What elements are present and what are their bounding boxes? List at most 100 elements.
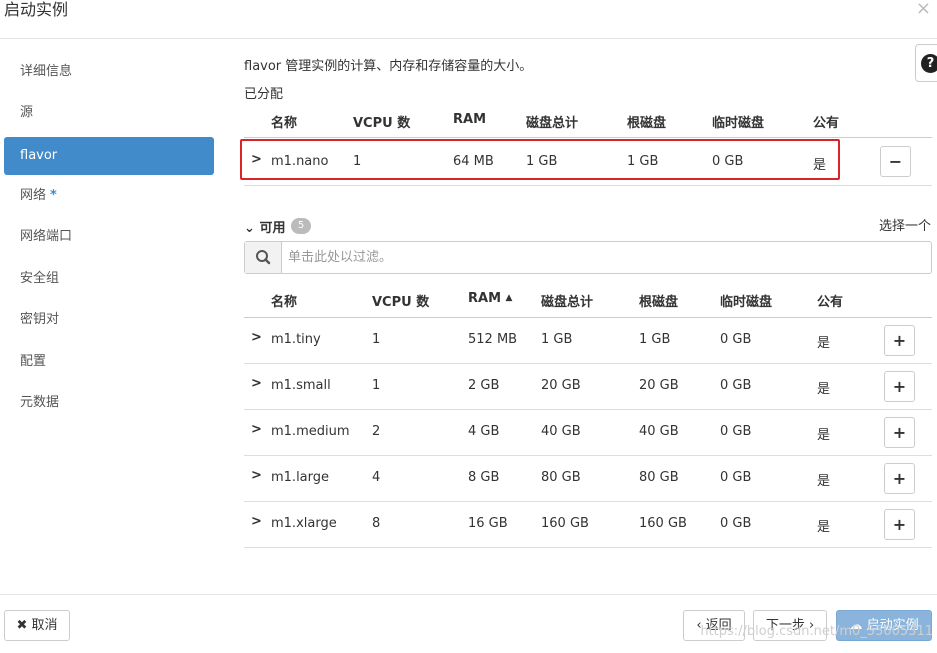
sidebar-item-details[interactable]: 详细信息 xyxy=(4,53,214,91)
column-header-ephemeral-disk[interactable]: 临时磁盘 xyxy=(720,291,772,310)
watermark: https://blog.csdn.net/m0_55005311 xyxy=(700,624,933,639)
header-divider xyxy=(244,317,932,318)
cell-root-disk: 40 GB xyxy=(639,424,679,439)
cell-public: 是 xyxy=(813,158,827,173)
cell-total-disk: 40 GB xyxy=(541,424,581,439)
cell-total-disk: 20 GB xyxy=(541,378,581,393)
required-mark: * xyxy=(50,188,57,203)
sidebar-item-label: 网络 xyxy=(20,188,47,203)
cell-ephemeral-disk: 0 GB xyxy=(720,424,752,439)
column-header-ram-label: RAM xyxy=(468,291,502,306)
close-icon[interactable]: × xyxy=(916,0,931,18)
cell-name: m1.xlarge xyxy=(271,516,337,531)
row-divider xyxy=(244,455,932,456)
available-title: 可用 xyxy=(259,221,286,236)
sidebar-item-metadata[interactable]: 元数据 xyxy=(4,384,214,422)
sidebar-item-security-groups[interactable]: 安全组 xyxy=(4,260,214,298)
sidebar-item-label: 密钥对 xyxy=(20,312,60,327)
allocate-button[interactable]: + xyxy=(884,371,915,402)
chevron-right-icon[interactable]: > xyxy=(251,468,262,483)
column-header-ephemeral-disk: 临时磁盘 xyxy=(712,116,765,131)
sidebar-item-key-pairs[interactable]: 密钥对 xyxy=(4,301,214,339)
sidebar-item-label: 网络端口 xyxy=(20,229,73,244)
sidebar-item-network-ports[interactable]: 网络端口 xyxy=(4,218,214,256)
chevron-right-icon[interactable]: > xyxy=(251,514,262,529)
dialog-title: 启动实例 xyxy=(4,0,69,19)
allocate-button[interactable]: + xyxy=(884,509,915,540)
search-addon xyxy=(245,242,282,273)
cell-root-disk: 80 GB xyxy=(639,470,679,485)
cell-public: 是 xyxy=(817,428,831,443)
cell-total-disk: 160 GB xyxy=(541,516,589,531)
cell-name: m1.medium xyxy=(271,424,350,439)
row-divider xyxy=(244,185,932,186)
cell-ephemeral-disk: 0 GB xyxy=(720,516,752,531)
footer-divider xyxy=(0,594,937,595)
sidebar-item-label: flavor xyxy=(20,148,58,163)
cell-total-disk: 80 GB xyxy=(541,470,581,485)
column-header-total-disk: 磁盘总计 xyxy=(526,116,579,131)
column-header-total-disk[interactable]: 磁盘总计 xyxy=(541,291,593,310)
chevron-right-icon[interactable]: > xyxy=(251,152,262,167)
cell-vcpu: 2 xyxy=(372,424,381,439)
row-divider xyxy=(244,363,932,364)
cell-vcpu: 4 xyxy=(372,470,381,485)
deallocate-button[interactable]: − xyxy=(880,146,911,177)
cell-root-disk: 20 GB xyxy=(639,378,679,393)
chevron-right-icon[interactable]: > xyxy=(251,330,262,345)
cell-vcpu: 8 xyxy=(372,516,381,531)
sidebar-item-label: 详细信息 xyxy=(20,64,73,79)
chevron-down-icon: ⌄ xyxy=(244,221,255,236)
filter-input[interactable] xyxy=(282,242,922,273)
cell-vcpu: 1 xyxy=(372,378,381,393)
cell-name: m1.nano xyxy=(271,154,329,169)
column-header-ram[interactable]: RAM ▲ xyxy=(468,291,512,306)
sort-ascending-icon: ▲ xyxy=(505,293,513,303)
cell-public: 是 xyxy=(817,382,831,397)
cell-root-disk: 1 GB xyxy=(627,154,659,169)
cell-ephemeral-disk: 0 GB xyxy=(720,378,752,393)
chevron-right-icon[interactable]: > xyxy=(251,376,262,391)
cell-root-disk: 160 GB xyxy=(639,516,687,531)
header-divider xyxy=(244,137,932,138)
cell-vcpu: 1 xyxy=(372,332,381,347)
sidebar-item-configuration[interactable]: 配置 xyxy=(4,343,214,381)
question-icon: ? xyxy=(921,54,937,73)
cancel-button[interactable]: ✖ 取消 xyxy=(4,610,70,641)
cell-ram: 2 GB xyxy=(468,378,500,393)
header-divider xyxy=(0,38,937,39)
chevron-right-icon[interactable]: > xyxy=(251,422,262,437)
sidebar-item-source[interactable]: 源 xyxy=(4,94,214,132)
allocate-button[interactable]: + xyxy=(884,325,915,356)
column-header-root-disk[interactable]: 根磁盘 xyxy=(639,291,678,310)
row-divider xyxy=(244,547,932,548)
row-divider xyxy=(244,409,932,410)
help-button[interactable]: ? xyxy=(915,44,937,82)
available-toggle[interactable]: ⌄ 可用 xyxy=(244,217,285,236)
sidebar-item-label: 配置 xyxy=(20,354,47,369)
available-count-badge: 5 xyxy=(291,218,311,234)
cell-public: 是 xyxy=(817,336,831,351)
allocate-button[interactable]: + xyxy=(884,417,915,448)
cell-ephemeral-disk: 0 GB xyxy=(712,154,744,169)
sidebar-item-network[interactable]: 网络 * xyxy=(4,177,214,215)
cell-ram: 8 GB xyxy=(468,470,500,485)
allocate-button[interactable]: + xyxy=(884,463,915,494)
row-divider xyxy=(244,501,932,502)
column-header-vcpu: VCPU 数 xyxy=(353,116,411,131)
sidebar-item-flavor[interactable]: flavor xyxy=(4,137,214,175)
cell-ephemeral-disk: 0 GB xyxy=(720,332,752,347)
cell-total-disk: 1 GB xyxy=(526,154,558,169)
cell-name: m1.small xyxy=(271,378,331,393)
column-header-vcpu[interactable]: VCPU 数 xyxy=(372,291,429,310)
column-header-public[interactable]: 公有 xyxy=(817,291,843,310)
column-header-ram: RAM xyxy=(453,112,487,127)
column-header-name[interactable]: 名称 xyxy=(271,291,297,310)
cell-ephemeral-disk: 0 GB xyxy=(720,470,752,485)
cell-ram: 512 MB xyxy=(468,332,518,347)
cell-ram: 4 GB xyxy=(468,424,500,439)
sidebar-item-label: 安全组 xyxy=(20,271,60,286)
cell-public: 是 xyxy=(817,520,831,535)
cell-public: 是 xyxy=(817,474,831,489)
column-header-name: 名称 xyxy=(271,116,298,131)
